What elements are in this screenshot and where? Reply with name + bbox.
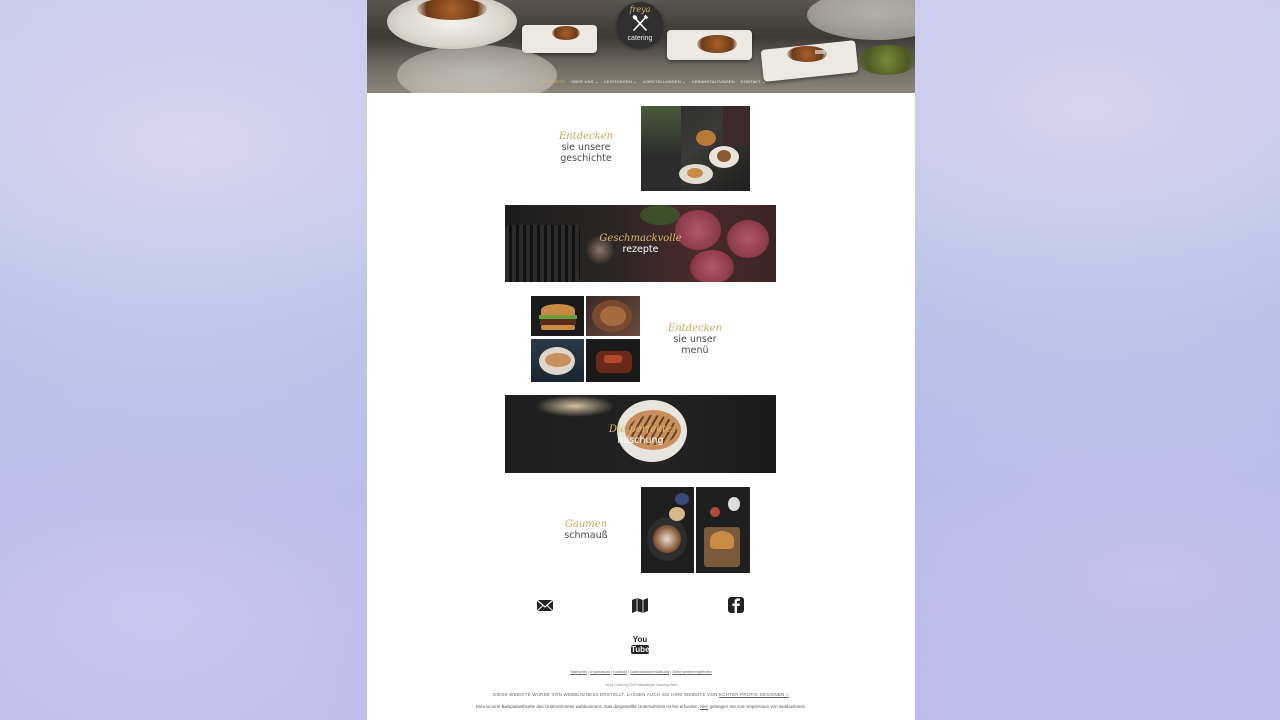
- menu-line2: menü: [681, 345, 709, 356]
- footer-note-end: gelangen Sie zum Impressum von webbusine…: [709, 704, 807, 709]
- facebook-icon[interactable]: [727, 596, 745, 614]
- recipes-line1: rezepte: [622, 244, 659, 255]
- main-nav: Startseite Über uns ⌄ Leistungen ⌄ Vorst…: [539, 77, 766, 85]
- menu-teaser[interactable]: Entdecken sie unser menü: [655, 323, 735, 356]
- map-icon[interactable]: [631, 596, 649, 614]
- story-teaser[interactable]: Entdecken sie unsere geschichte: [545, 131, 627, 164]
- youtube-you-text: You: [632, 635, 648, 644]
- nav-item-leistungen[interactable]: Leistungen ⌄: [604, 79, 636, 84]
- food-image: [697, 35, 737, 53]
- burger-image[interactable]: [531, 296, 584, 336]
- youtube-icon[interactable]: You Tube: [631, 635, 650, 655]
- taste-line1: schmauß: [564, 530, 608, 541]
- footer-link-weiterempfehlen[interactable]: Seite weiterempfehlen: [672, 669, 712, 674]
- footer-link-datenschutz[interactable]: Datenschutzerklärung: [630, 669, 669, 674]
- youtube-tube-text: Tube: [631, 645, 650, 654]
- page: freya catering Startseite Über uns ⌄ Lei…: [367, 0, 915, 720]
- footer-note-text: Dies ist eine Beispielwebseite des Unter…: [475, 704, 699, 709]
- coffee-image[interactable]: [641, 106, 750, 191]
- taste-script-title: Gaumen: [564, 519, 608, 530]
- cutlery-icon: [632, 14, 649, 31]
- header-hero: freya catering Startseite Über uns ⌄ Lei…: [367, 0, 915, 93]
- mix-script-title: Die perfekte: [608, 424, 673, 435]
- plate-image: [807, 0, 915, 40]
- burger-board-image[interactable]: [696, 487, 750, 573]
- footer-made-link[interactable]: ECHTEN PROFIS DESIGNEN »: [719, 692, 789, 697]
- footer-links: Startseite | Impressum | Kontakt | Daten…: [570, 669, 712, 674]
- nav-item-veranstaltungen[interactable]: Veranstaltungen: [692, 79, 735, 84]
- language-flag[interactable]: [815, 50, 825, 54]
- steak-image[interactable]: [586, 339, 640, 382]
- brand-logo[interactable]: freya catering: [617, 2, 663, 48]
- food-image: [787, 46, 827, 62]
- story-script-title: Entdecken: [558, 131, 614, 142]
- menu-line1: sie unser: [673, 334, 717, 345]
- taste-teaser[interactable]: Gaumen schmauß: [545, 519, 627, 541]
- logo-name-text: catering: [627, 35, 653, 42]
- footer-note: Dies ist eine Beispielwebseite des Unter…: [367, 704, 915, 709]
- logo-script-text: freya: [629, 5, 651, 14]
- story-line1: sie unsere: [561, 142, 611, 153]
- footer-made-by: DIESE WEBSITE WURDE VON WEBBUSINESS ERST…: [367, 692, 915, 697]
- footer-link-kontakt[interactable]: Kontakt: [613, 669, 627, 674]
- email-icon[interactable]: [536, 596, 554, 614]
- nav-item-vorstellungen[interactable]: Vorstellungen ⌄: [643, 79, 686, 84]
- nav-item-ueber-uns[interactable]: Über uns ⌄: [571, 79, 598, 84]
- footer-note-link[interactable]: Hier: [700, 704, 708, 709]
- footer-link-startseite[interactable]: Startseite: [570, 669, 587, 674]
- footer-made-text: DIESE WEBSITE WURDE VON WEBBUSINESS ERST…: [493, 692, 718, 697]
- recipes-banner-text: Geschmackvolle rezepte: [505, 233, 776, 255]
- nav-item-kontakt[interactable]: Kontakt ⌄: [741, 79, 766, 84]
- nav-item-startseite[interactable]: Startseite: [539, 79, 565, 84]
- recipes-script-title: Geschmackvolle: [599, 233, 682, 244]
- mix-banner-text: Die perfekte mischung: [505, 424, 776, 446]
- croissant-image[interactable]: [531, 339, 584, 382]
- menu-script-title: Entdecken: [667, 323, 723, 334]
- food-image: [552, 26, 580, 40]
- mix-line1: mischung: [617, 435, 664, 446]
- herbs-image: [857, 45, 915, 75]
- footer-copyright: od by Catering 2019 Webdesign Catering W…: [604, 683, 678, 687]
- story-line2: geschichte: [560, 153, 612, 164]
- breakfast-image[interactable]: [641, 487, 694, 573]
- footer-link-impressum[interactable]: Impressum: [590, 669, 610, 674]
- plate-dish-image[interactable]: [586, 296, 640, 336]
